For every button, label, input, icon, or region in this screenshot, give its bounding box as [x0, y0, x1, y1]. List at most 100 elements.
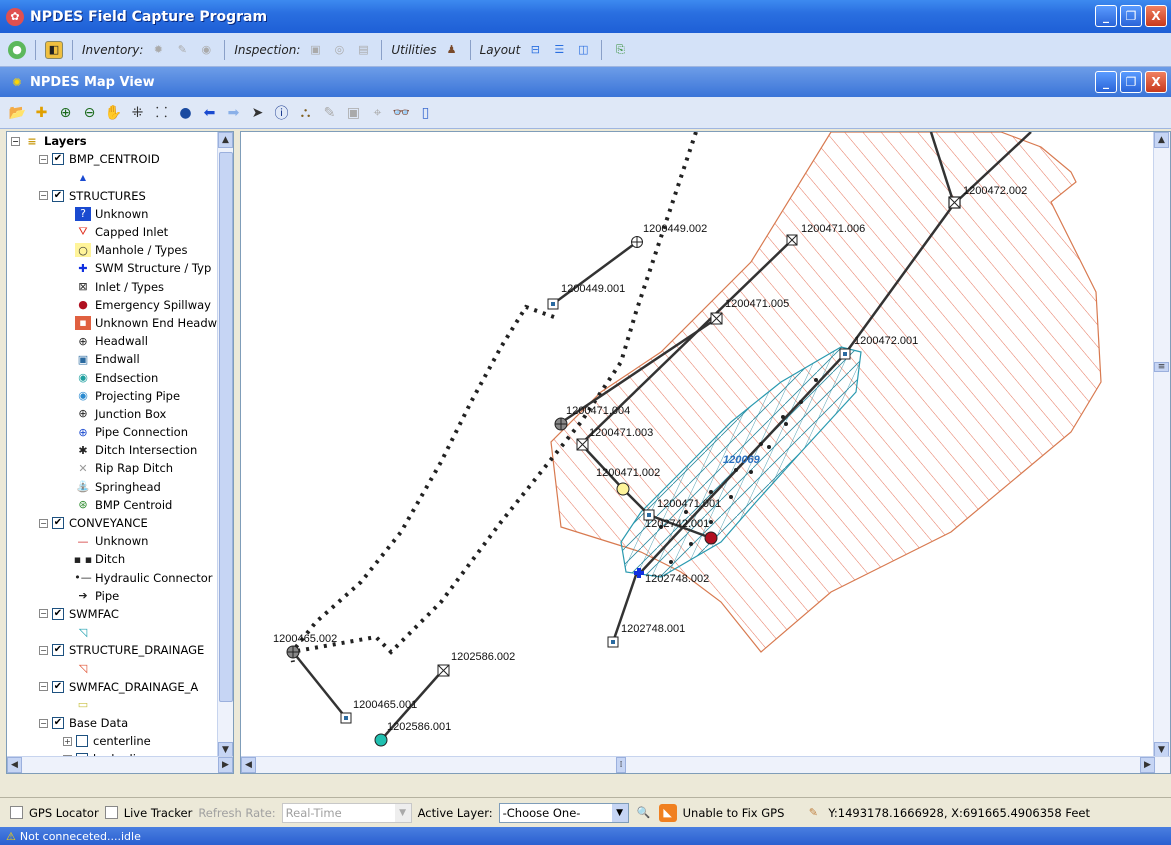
layout-split-icon[interactable]: ⊟: [526, 41, 544, 59]
select-pointer-icon[interactable]: ➤: [248, 103, 267, 122]
connection-bar: ⚠ Not conneceted....idle: [0, 827, 1171, 845]
inspection-view-icon[interactable]: ◎: [330, 41, 348, 59]
map-label: 1202748.001: [621, 623, 685, 635]
inventory-edit-icon[interactable]: ✎: [173, 41, 191, 59]
map-horizontal-scrollbar[interactable]: ◀ ⁞ ▶: [241, 756, 1170, 773]
forward-arrow-icon[interactable]: ➡: [224, 103, 243, 122]
collapse-icon[interactable]: −: [11, 136, 20, 146]
fixed-zoom-out-icon[interactable]: ⸬: [152, 103, 171, 122]
emergency-spillway-symbol[interactable]: [704, 531, 718, 545]
collapse-icon[interactable]: −: [39, 682, 48, 692]
globe-icon[interactable]: ●: [8, 40, 26, 59]
collapse-icon[interactable]: −: [39, 609, 48, 619]
layer-checkbox[interactable]: ✔: [52, 607, 64, 620]
pan-hand-icon[interactable]: ✋: [104, 103, 123, 122]
endsection-symbol[interactable]: [374, 733, 388, 747]
live-tracker-checkbox[interactable]: [104, 806, 118, 819]
search-icon[interactable]: 🔍: [635, 804, 653, 822]
collapse-icon[interactable]: −: [39, 191, 48, 201]
gps-locator-checkbox[interactable]: [10, 806, 23, 819]
zoom-in-icon[interactable]: ⊕: [56, 103, 75, 122]
map-scroll-right-arrow[interactable]: ▶: [1140, 757, 1155, 773]
measure-icon[interactable]: ⛬: [296, 103, 315, 122]
map-scroll-left-arrow[interactable]: ◀: [241, 757, 256, 773]
layers-vertical-scrollbar[interactable]: ▲ ▼: [217, 132, 233, 758]
user-icon[interactable]: ♟: [443, 41, 461, 59]
back-arrow-icon[interactable]: ⬅: [200, 103, 219, 122]
open-folder-icon[interactable]: 📂: [8, 103, 27, 122]
layer-group-base-data[interactable]: − ✔ Base Data: [7, 714, 219, 732]
refresh-rate-select[interactable]: Real-Time ▼: [281, 802, 412, 823]
inspection-list-icon[interactable]: ▤: [354, 41, 372, 59]
scroll-up-arrow[interactable]: ▲: [218, 132, 233, 148]
map-canvas[interactable]: 1200472.002 1200449.002 1200471.006 1200…: [240, 131, 1171, 774]
clear-disabled-icon[interactable]: ▣: [344, 103, 363, 122]
map-vertical-scrollbar[interactable]: ▲ ≡ ▼: [1153, 132, 1170, 773]
layer-checkbox[interactable]: ✔: [52, 680, 64, 693]
minimize-button[interactable]: _: [1095, 5, 1117, 27]
inspection-new-icon[interactable]: ▣: [306, 41, 324, 59]
collapse-icon[interactable]: −: [39, 718, 48, 728]
ditch-line-2[interactable]: [294, 304, 555, 649]
restore-button[interactable]: ❐: [1120, 5, 1142, 27]
manhole-symbol[interactable]: [616, 482, 630, 496]
legend-label: Pipe Connection: [95, 425, 188, 440]
map-scroll-thumb[interactable]: ≡: [1154, 362, 1169, 372]
map-icon[interactable]: ◧: [45, 40, 63, 59]
snap-disabled-icon[interactable]: ⌖: [368, 103, 387, 122]
layers-header-label: Layers: [44, 134, 87, 149]
inventory-delete-icon[interactable]: ◉: [197, 41, 215, 59]
layer-checkbox[interactable]: ✔: [52, 644, 64, 657]
map-restore-button[interactable]: ❐: [1120, 71, 1142, 93]
layer-group-label: SWMFAC: [69, 606, 119, 621]
endwall-center: [647, 513, 651, 517]
find-binoculars-icon[interactable]: 👓: [392, 103, 411, 122]
layer-checkbox[interactable]: ✔: [52, 189, 64, 202]
chevron-down-icon[interactable]: ▼: [611, 803, 628, 822]
edit-disabled-icon[interactable]: ✎: [320, 103, 339, 122]
scroll-left-arrow[interactable]: ◀: [7, 757, 22, 773]
map-minimize-button[interactable]: _: [1095, 71, 1117, 93]
layer-checkbox[interactable]: ✔: [52, 517, 64, 530]
close-button[interactable]: X: [1145, 5, 1167, 27]
export-icon[interactable]: ⎘: [611, 41, 629, 59]
layer-group-swmfac-drainage-a[interactable]: − ✔ SWMFAC_DRAINAGE_A: [7, 678, 219, 696]
layout-vertical-icon[interactable]: ◫: [574, 41, 592, 59]
separator: [381, 39, 383, 60]
app-title-bar: ✿ NPDES Field Capture Program _ ❐ X: [0, 0, 1171, 33]
layer-checkbox[interactable]: ✔: [52, 153, 64, 166]
active-layer-select[interactable]: -Choose One- ▼: [498, 802, 629, 823]
collapse-icon[interactable]: −: [39, 645, 48, 655]
pipe[interactable]: [292, 651, 347, 719]
layers-horizontal-scrollbar[interactable]: ◀ ▶: [7, 756, 233, 773]
fixed-zoom-in-icon[interactable]: ⁜: [128, 103, 147, 122]
layer-checkbox[interactable]: [76, 735, 88, 748]
scroll-right-arrow[interactable]: ▶: [218, 757, 233, 773]
add-layer-icon[interactable]: ✚: [32, 103, 51, 122]
layer-checkbox[interactable]: ✔: [52, 717, 64, 730]
map-close-button[interactable]: X: [1145, 71, 1167, 93]
layer-group-conveyance[interactable]: − ✔ CONVEYANCE: [7, 514, 219, 532]
full-extent-icon[interactable]: ●: [176, 103, 195, 122]
layer-group-structures[interactable]: − ✔ STRUCTURES: [7, 187, 219, 205]
table-icon[interactable]: ▯: [416, 103, 435, 122]
layout-horizontal-icon[interactable]: ☰: [550, 41, 568, 59]
scroll-thumb[interactable]: [219, 152, 233, 702]
inventory-label: Inventory:: [82, 42, 144, 57]
map-scroll-up-arrow[interactable]: ▲: [1154, 132, 1169, 148]
layer-centerline[interactable]: + centerline: [7, 732, 219, 750]
map-drawing[interactable]: 1200472.002 1200449.002 1200471.006 1200…: [241, 132, 1155, 758]
collapse-icon[interactable]: −: [39, 518, 48, 528]
map-hscroll-thumb[interactable]: ⁞: [616, 757, 626, 773]
map-label: 1202742.001: [645, 518, 709, 530]
chevron-down-icon[interactable]: ▼: [394, 803, 411, 822]
expand-icon[interactable]: +: [63, 736, 72, 746]
inventory-add-icon[interactable]: ✹: [149, 41, 167, 59]
layer-group-bmp-centroid[interactable]: − ✔ BMP_CENTROID: [7, 150, 219, 168]
layer-group-swmfac[interactable]: − ✔ SWMFAC: [7, 605, 219, 623]
collapse-icon[interactable]: −: [39, 154, 48, 164]
zoom-out-icon[interactable]: ⊖: [80, 103, 99, 122]
ditch-intersection-icon: ✱: [78, 443, 88, 457]
layer-group-structure-drainage[interactable]: − ✔ STRUCTURE_DRAINAGE: [7, 641, 219, 659]
identify-icon[interactable]: ⓘ: [272, 103, 291, 122]
